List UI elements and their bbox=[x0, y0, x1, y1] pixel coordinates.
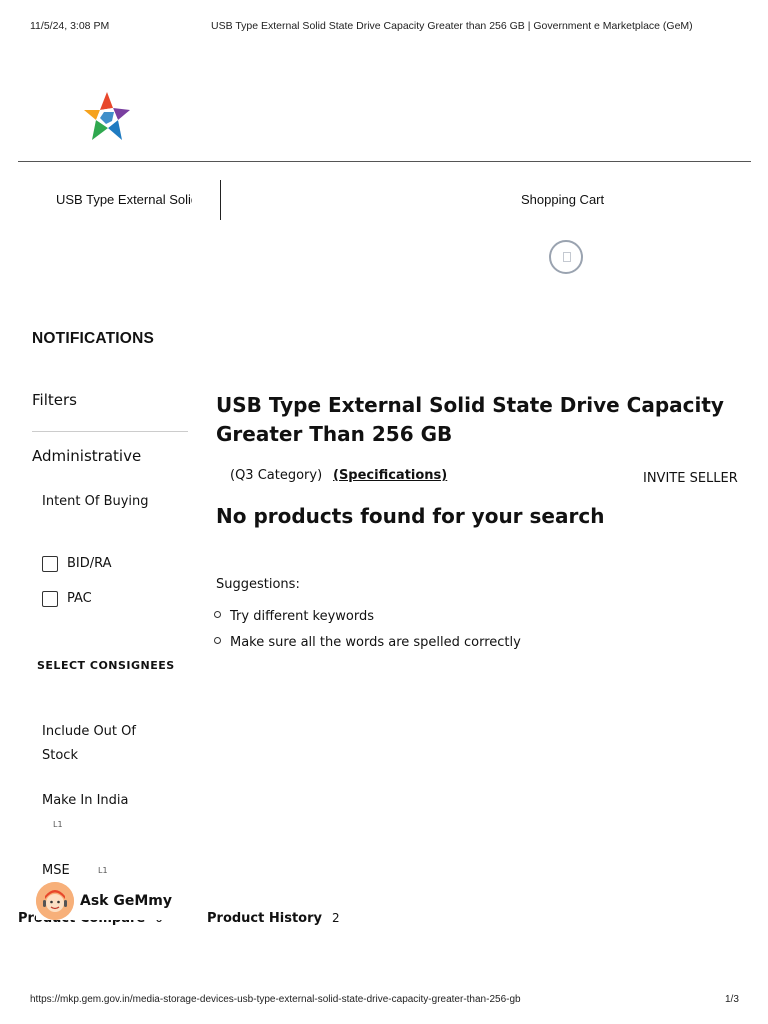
cart-icon[interactable] bbox=[549, 240, 583, 274]
shopping-cart-link[interactable]: Shopping Cart bbox=[521, 192, 604, 207]
bullet-icon bbox=[214, 637, 221, 644]
mse-filter[interactable]: MSE bbox=[42, 863, 70, 878]
suggestion-item: Make sure all the words are spelled corr… bbox=[214, 635, 521, 650]
suggestions-label: Suggestions: bbox=[216, 577, 300, 592]
specifications-link[interactable]: (Specifications) bbox=[333, 468, 447, 483]
ask-gemmy-label: Ask GeMmy bbox=[80, 893, 172, 909]
header-divider bbox=[18, 161, 751, 162]
notifications-heading[interactable]: NOTIFICATIONS bbox=[32, 330, 154, 348]
mse-level: L1 bbox=[98, 866, 108, 875]
suggestion-text: Try different keywords bbox=[230, 609, 375, 624]
make-in-india-filter[interactable]: Make In India bbox=[42, 793, 129, 808]
gem-logo[interactable] bbox=[80, 88, 134, 146]
print-page-number: 1/3 bbox=[725, 994, 739, 1005]
include-out-of-stock-toggle-label-2[interactable]: Stock bbox=[42, 748, 78, 763]
print-page-title: USB Type External Solid State Drive Capa… bbox=[211, 20, 693, 32]
intent-of-buying-label: Intent Of Buying bbox=[42, 494, 149, 509]
pac-label: PAC bbox=[67, 591, 92, 606]
gemmy-avatar-icon bbox=[36, 882, 74, 920]
print-url: https://mkp.gem.gov.in/media-storage-dev… bbox=[30, 994, 521, 1005]
breadcrumb[interactable]: USB Type External Solid State Drive Capa… bbox=[56, 192, 192, 207]
product-history-label: Product History bbox=[207, 911, 322, 926]
print-datetime: 11/5/24, 3:08 PM bbox=[30, 20, 110, 32]
include-out-of-stock-toggle-label[interactable]: Include Out Of bbox=[42, 724, 136, 739]
no-results-heading: No products found for your search bbox=[216, 504, 605, 528]
filters-heading: Filters bbox=[32, 391, 77, 409]
sidebar-divider bbox=[32, 431, 188, 432]
invite-seller-button[interactable]: INVITE SELLER bbox=[643, 471, 738, 486]
page-title-line-1: USB Type External Solid State Drive Capa… bbox=[216, 393, 724, 417]
ask-gemmy-button[interactable]: Ask GeMmy bbox=[36, 882, 176, 920]
page-title-line-2: Greater Than 256 GB bbox=[216, 422, 453, 446]
product-history-link[interactable]: Product History 2 bbox=[207, 911, 340, 926]
suggestion-item: Try different keywords bbox=[214, 609, 374, 624]
nav-divider bbox=[220, 180, 221, 220]
suggestion-text: Make sure all the words are spelled corr… bbox=[230, 635, 521, 650]
bid-ra-label: BID/RA bbox=[67, 556, 112, 571]
bid-ra-checkbox[interactable] bbox=[42, 556, 58, 572]
bullet-icon bbox=[214, 611, 221, 618]
page-title: USB Type External Solid State Drive Capa… bbox=[216, 391, 736, 449]
make-in-india-level: L1 bbox=[53, 820, 63, 829]
category-label: (Q3 Category) bbox=[230, 468, 323, 483]
select-consignees-button[interactable]: SELECT CONSIGNEES bbox=[37, 659, 175, 672]
administrative-heading: Administrative bbox=[32, 447, 142, 465]
product-history-count: 2 bbox=[331, 911, 340, 925]
pac-checkbox[interactable] bbox=[42, 591, 58, 607]
